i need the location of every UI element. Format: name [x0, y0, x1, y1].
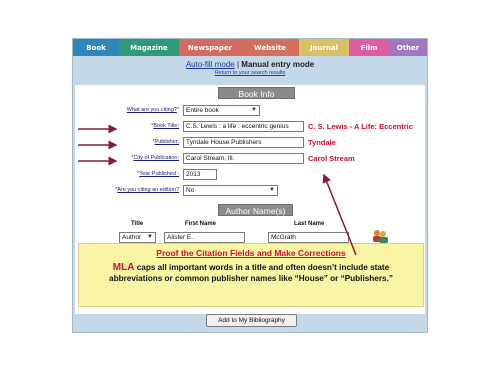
- title-correction-note: C. S. Lewis - A Life: Eccentric: [308, 122, 413, 131]
- author-title-select[interactable]: Author ▼: [119, 232, 156, 243]
- mode-separator: |: [236, 60, 240, 69]
- manual-entry-mode-label: Manual entry mode: [241, 60, 315, 69]
- tab-newspaper[interactable]: Newspaper: [179, 39, 241, 56]
- citing-label: What are you citing?*: [126, 107, 179, 113]
- year-label: *Year Published :: [137, 171, 179, 177]
- book-info-heading: Book Info: [218, 87, 295, 99]
- tab-journal[interactable]: Journal: [299, 39, 349, 56]
- autofill-mode-link[interactable]: Auto-fill mode: [186, 60, 235, 69]
- add-author-icon[interactable]: [371, 228, 389, 244]
- callout-text: caps all important words in a title and …: [109, 263, 393, 283]
- add-to-bibliography-button[interactable]: Add to My Bibliography: [206, 314, 297, 327]
- publisher-correction-note: Tyndale: [308, 138, 336, 147]
- citing-select[interactable]: Entire book ▼: [183, 105, 260, 116]
- tab-magazine[interactable]: Magazine: [119, 39, 179, 56]
- mode-bar: Auto-fill mode | Manual entry mode Retur…: [75, 56, 425, 85]
- city-label: *City of Publication:: [131, 155, 179, 161]
- last-name-field[interactable]: McGrath: [268, 232, 349, 243]
- book-title-label: *Book Title:: [151, 123, 179, 129]
- chevron-down-icon: ▼: [147, 234, 153, 240]
- author-names-heading: Author Name(s): [218, 204, 293, 216]
- chevron-down-icon: ▼: [251, 107, 257, 113]
- edition-select[interactable]: No ▼: [183, 185, 278, 196]
- tab-film[interactable]: Film: [349, 39, 389, 56]
- publisher-field[interactable]: Tyndale House Publishers: [183, 137, 304, 148]
- callout-heading: Proof the Citation Fields and Make Corre…: [156, 248, 346, 258]
- publisher-label: *Publisher:: [152, 139, 179, 145]
- col-first-name: First Name: [185, 221, 217, 227]
- tab-other[interactable]: Other: [389, 39, 427, 56]
- proofing-callout: Proof the Citation Fields and Make Corre…: [78, 243, 424, 307]
- city-correction-note: Carol Stream: [308, 154, 355, 163]
- chevron-down-icon: ▼: [269, 187, 275, 193]
- callout-mla: MLA: [112, 262, 135, 273]
- book-title-field[interactable]: C.S. Lewis : a life : eccentric genius: [183, 121, 304, 132]
- year-field[interactable]: 2013: [183, 169, 217, 180]
- tab-book[interactable]: Book: [73, 39, 119, 56]
- first-name-field[interactable]: Alister E.: [164, 232, 245, 243]
- callout-body: MLA caps all important words in a title …: [87, 262, 415, 284]
- col-title: Title: [131, 221, 144, 227]
- source-type-tabs: Book Magazine Newspaper Website Journal …: [73, 39, 427, 56]
- edition-label: *Are you citing an edition?: [115, 187, 179, 193]
- col-last-name: Last Name: [294, 221, 325, 227]
- citation-form: Book Info What are you citing?* Entire b…: [75, 85, 425, 314]
- return-to-search-link[interactable]: Return to your search results: [75, 70, 425, 76]
- citation-builder-panel: Book Magazine Newspaper Website Journal …: [72, 38, 428, 333]
- tab-website[interactable]: Website: [241, 39, 299, 56]
- city-field[interactable]: Carol Stream, Ill.: [183, 153, 304, 164]
